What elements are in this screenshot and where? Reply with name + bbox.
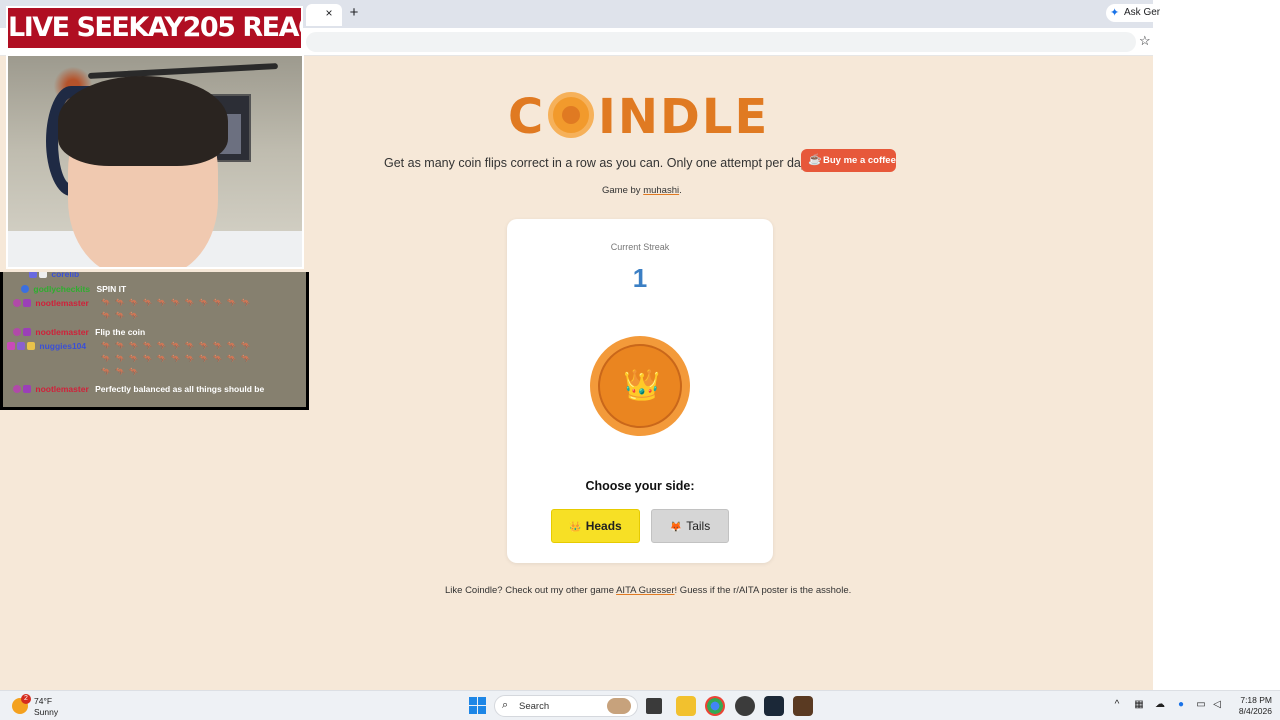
emote-row: 🦘🦘🦘🦘🦘🦘🦘🦘🦘🦘🦘 [101,341,255,350]
file-explorer-icon[interactable] [676,696,696,716]
chat-username: nuggies104 [39,341,87,351]
minecraft-icon[interactable] [793,696,813,716]
chrome-icon[interactable] [705,696,725,716]
search-placeholder: Search [519,701,550,712]
tails-button[interactable]: 🦊 Tails [651,509,729,543]
byline-suffix: . [679,185,682,196]
crown-icon: 👑 [569,522,582,533]
emote-row: 🦘🦘🦘🦘🦘🦘🦘🦘🦘🦘🦘 [101,354,255,363]
clock-date[interactable]: 8/4/2026 [1222,706,1272,716]
windows-start-icon[interactable] [468,696,488,716]
footer-note: Like Coindle? Check out my other game AI… [445,585,851,597]
emote-row: 🦘🦘🦘🦘🦘🦘🦘🦘🦘🦘🦘 [101,298,255,307]
address-bar[interactable] [306,32,1136,52]
badge-icon [23,328,31,336]
streamer-hair-image [58,76,228,166]
notification-badge: 2 [21,694,31,704]
new-tab-button[interactable]: + [346,4,362,22]
chat-username: nootlemaster [35,384,89,394]
coffee-cup-icon: ☕ [808,154,822,166]
search-highlight-icon [607,698,631,714]
author-link[interactable]: muhashi [643,185,679,196]
byline-prefix: Game by [602,185,644,196]
logo-letter-c: C [508,89,546,145]
chat-username: nootlemaster [35,327,89,337]
ask-gemini-button[interactable]: ✦ Ask Ger [1106,4,1166,22]
byline: Game by muhashi. [602,185,682,197]
streak-label: Current Streak [610,242,670,252]
aita-guesser-link[interactable]: AITA Guesser [616,585,674,596]
streak-value: 1 [632,263,648,293]
badge-icon [7,342,15,350]
steam-icon[interactable] [764,696,784,716]
heads-button[interactable]: 👑 Heads [551,509,640,543]
app-tray-icon[interactable]: ▦ [1132,699,1146,710]
tagline: Get as many coin flips correct in a row … [384,156,810,170]
chat-message: godlycheckits SPIN IT [21,284,306,295]
chat-username: nootlemaster [35,298,89,308]
weather-widget[interactable]: 2 74°F Sunny [12,694,72,718]
taskbar: 2 74°F Sunny ⌕ Search ^ ▦ ☁ ● ▭ ◁ 7:18 P… [0,690,1280,720]
clock-time[interactable]: 7:18 PM [1232,695,1272,705]
coin: 👑 [590,336,690,436]
ask-gemini-label: Ask Ger [1124,7,1161,18]
crown-icon: 👑 [623,369,661,402]
chat-message: nootlemaster Flip the coin [13,327,306,338]
badge-icon [13,299,21,307]
sparkle-icon: ✦ [1110,7,1120,19]
buy-me-a-coffee-button[interactable]: ☕ Buy me a coffee [801,149,896,172]
chevron-up-icon[interactable]: ^ [1110,699,1124,710]
emote-row: 🦘🦘🦘 [101,367,143,376]
choose-side-label: Choose your side: [585,479,695,493]
footer-prefix: Like Coindle? Check out my other game [445,585,617,596]
badge-icon [21,285,29,293]
chat-text: Perfectly balanced as all things should … [95,384,265,394]
coin-inner: 👑 [598,344,682,428]
badge-icon [39,272,47,278]
network-icon[interactable]: ▭ [1194,699,1208,710]
footer-suffix: ! Guess if the r/AITA poster is the assh… [674,585,852,596]
logo-coin-icon [548,92,594,138]
chat-username: godlycheckits [33,284,91,294]
tail-icon: 🦊 [669,522,683,533]
tails-label: Tails [686,519,711,533]
microphone-icon[interactable]: ● [1174,699,1188,710]
emote-row: 🦘🦘🦘 [101,311,143,320]
cloud-icon[interactable]: ☁ [1153,699,1167,710]
stream-title-banner: LIVE SEEKAY205 REACTION [6,6,303,50]
weather-condition: Sunny [34,707,59,717]
chat-username: corelib [51,272,80,279]
coffee-button-label: Buy me a coffee [823,155,896,166]
chat-message: corelib [29,272,306,280]
temperature: 74°F [34,696,53,706]
coindle-logo: C INDLE [508,90,773,145]
obs-icon[interactable] [735,696,755,716]
badge-icon [17,342,25,350]
heads-label: Heads [585,519,622,533]
webcam-feed [6,54,304,269]
shelf-image [87,63,279,79]
tab-close-icon[interactable]: × [322,5,336,21]
chat-text: SPIN IT [96,284,127,294]
logo-letters: INDLE [598,89,770,145]
badge-icon [13,385,21,393]
chat-overlay: corelib godlycheckits SPIN IT nootlemast… [0,272,309,410]
chat-text: Flip the coin [95,327,146,337]
badge-icon [27,342,35,350]
badge-icon [13,328,21,336]
badge-icon [29,272,37,278]
chat-message: nootlemaster Perfectly balanced as all t… [13,384,306,395]
task-view-icon[interactable] [646,698,662,714]
badge-icon [23,385,31,393]
game-card: Current Streak 1 👑 Choose your side: 👑 He… [507,219,773,563]
bookmark-star-icon[interactable]: ☆ [1139,33,1153,49]
badge-icon [23,299,31,307]
search-icon: ⌕ [502,699,509,711]
taskbar-search[interactable]: ⌕ Search [494,695,638,717]
